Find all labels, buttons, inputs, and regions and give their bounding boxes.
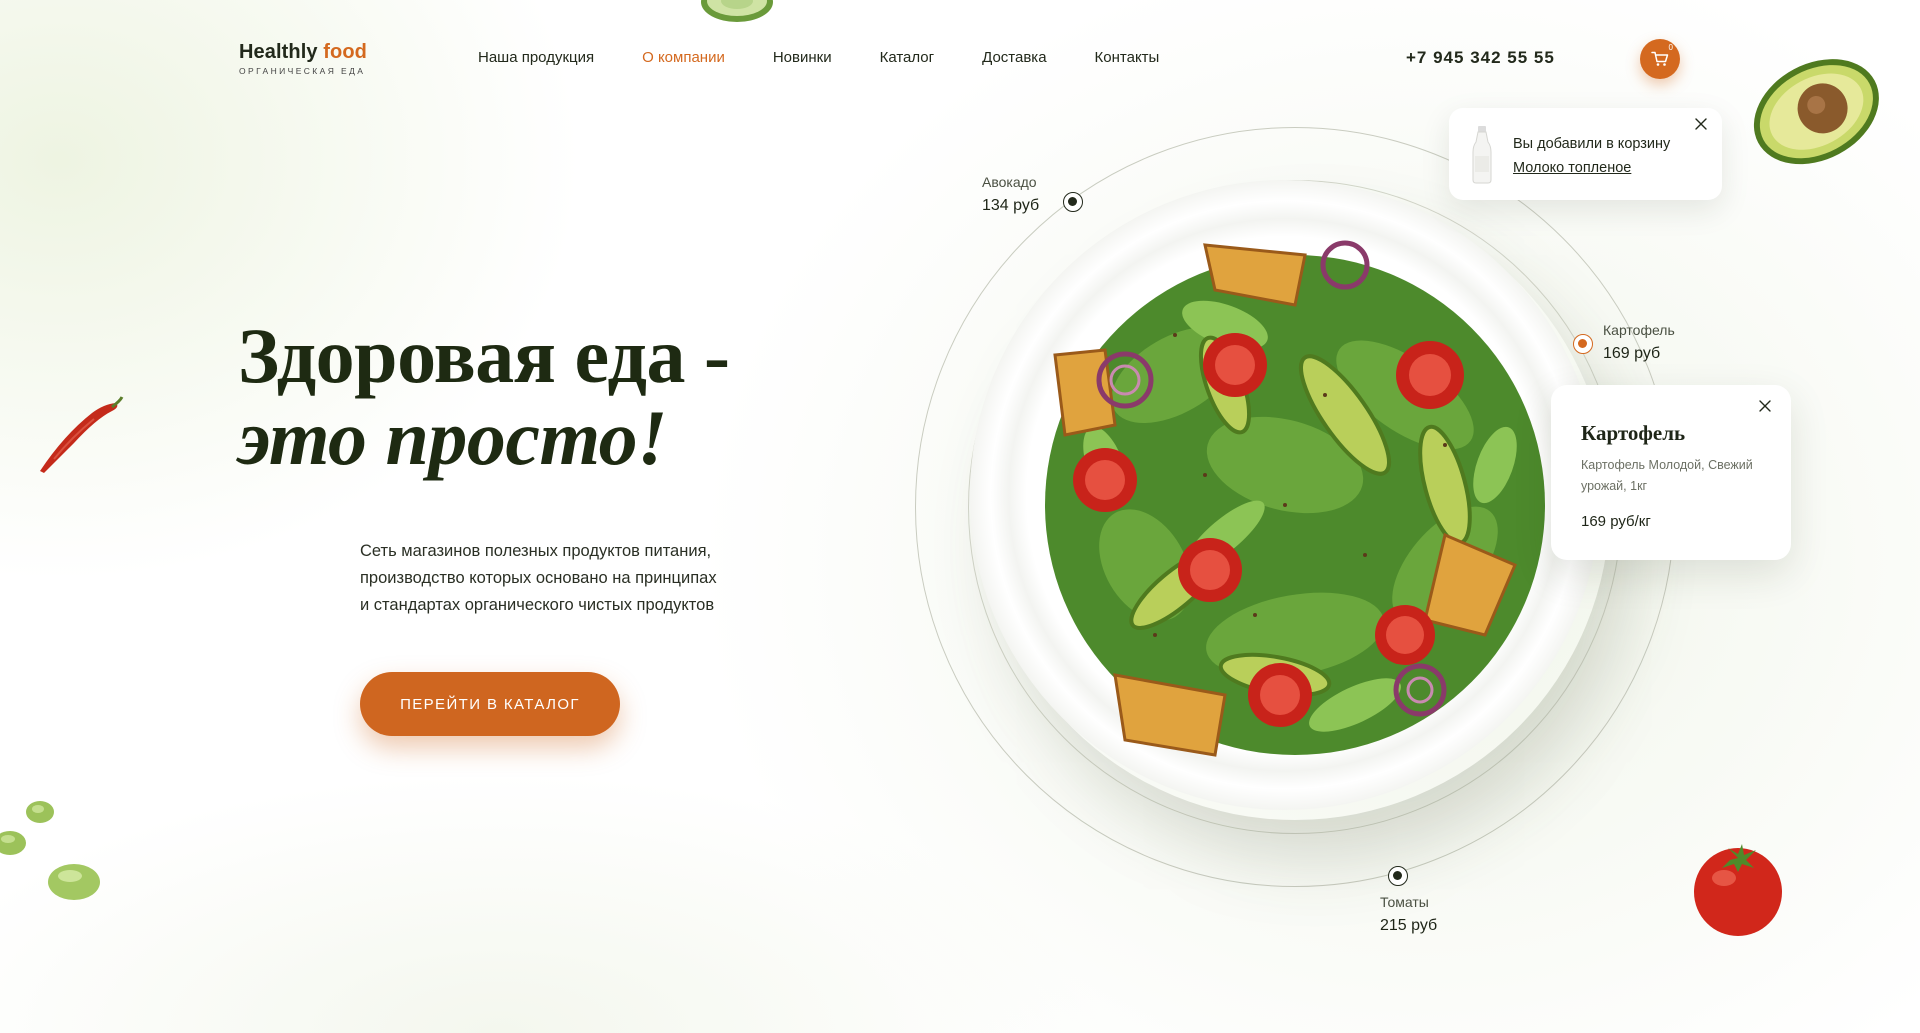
- nav-item-about[interactable]: О компании: [642, 49, 725, 67]
- product-card-price: 169 руб/кг: [1581, 513, 1651, 530]
- cart-count-badge: 0: [1668, 43, 1673, 52]
- hero-title: Здоровая еда - это просто!: [238, 312, 730, 481]
- logo-subtitle: ОРГАНИЧЕСКАЯ ЕДА: [239, 66, 366, 76]
- product-card-description: Картофель Молодой, Свежий урожай, 1кг: [1581, 458, 1753, 493]
- toast-product-link[interactable]: Молоко топленое: [1513, 156, 1670, 180]
- product-card-title: Картофель: [1581, 421, 1686, 445]
- hero-description-line2: производство которых основано на принцип…: [360, 569, 717, 587]
- logo[interactable]: Healthly food ОРГАНИЧЕСКАЯ ЕДА: [239, 40, 367, 76]
- point-name: Авокадо: [982, 174, 1037, 190]
- catalog-cta-button[interactable]: ПЕРЕЙТИ В КАТАЛОГ: [360, 672, 620, 736]
- logo-accent-text: food: [323, 41, 367, 63]
- avocado-point-label: Авокадо 134 руб: [982, 170, 1039, 218]
- potato-point-marker[interactable]: [1573, 334, 1593, 354]
- logo-main-text: Healthly: [239, 41, 318, 63]
- cart-button[interactable]: 0: [1640, 39, 1680, 79]
- nav-item-new[interactable]: Новинки: [773, 49, 832, 67]
- toast-close-icon[interactable]: [1692, 115, 1710, 133]
- phone-number[interactable]: +7 945 342 55 55: [1406, 48, 1555, 68]
- toast-text: Вы добавили в корзину Молоко топленое: [1513, 132, 1670, 180]
- point-name: Томаты: [1380, 894, 1429, 910]
- cucumber-slice-decoration: [701, 0, 773, 22]
- product-card: Картофель Картофель Молодой, Свежий урож…: [1551, 385, 1791, 560]
- point-price: 169 руб: [1603, 345, 1661, 362]
- avocado-point-marker[interactable]: [1063, 192, 1083, 212]
- hero-description-line3: и стандартах органического чистых продук…: [360, 596, 715, 614]
- milk-bottle-icon: [1472, 126, 1492, 184]
- point-name: Картофель: [1603, 322, 1675, 338]
- cart-toast: Вы добавили в корзину Молоко топленое: [1449, 108, 1722, 200]
- hero-description: Сеть магазинов полезных продуктов питани…: [360, 538, 760, 619]
- tomato-point-marker[interactable]: [1388, 866, 1408, 886]
- tomato-point-label: Томаты 215 руб: [1380, 890, 1437, 938]
- nav-item-contacts[interactable]: Контакты: [1095, 49, 1160, 67]
- toast-message: Вы добавили в корзину: [1513, 136, 1671, 152]
- cart-icon: [1651, 51, 1669, 66]
- nav-item-delivery[interactable]: Доставка: [982, 49, 1046, 67]
- nav-item-products[interactable]: Наша продукция: [478, 49, 594, 67]
- hero-description-line1: Сеть магазинов полезных продуктов питани…: [360, 542, 712, 560]
- avocado-decoration: [1753, 59, 1879, 165]
- point-price: 215 руб: [1380, 917, 1438, 934]
- hero-title-line1: Здоровая еда -: [238, 312, 730, 399]
- product-card-close-icon[interactable]: [1756, 397, 1774, 415]
- point-price: 134 руб: [982, 197, 1040, 214]
- tomato-decoration: [1694, 844, 1782, 936]
- logo-title: Healthly food: [239, 40, 367, 64]
- beans-decoration: [0, 801, 100, 900]
- potato-point-label: Картофель 169 руб: [1603, 318, 1675, 366]
- nav-item-catalog[interactable]: Каталог: [880, 49, 935, 67]
- chili-pepper-decoration: [40, 396, 124, 473]
- salad-image: [1045, 240, 1545, 757]
- main-nav: Наша продукция О компании Новинки Катало…: [478, 49, 1159, 67]
- hero-title-line2: это просто!: [238, 394, 667, 481]
